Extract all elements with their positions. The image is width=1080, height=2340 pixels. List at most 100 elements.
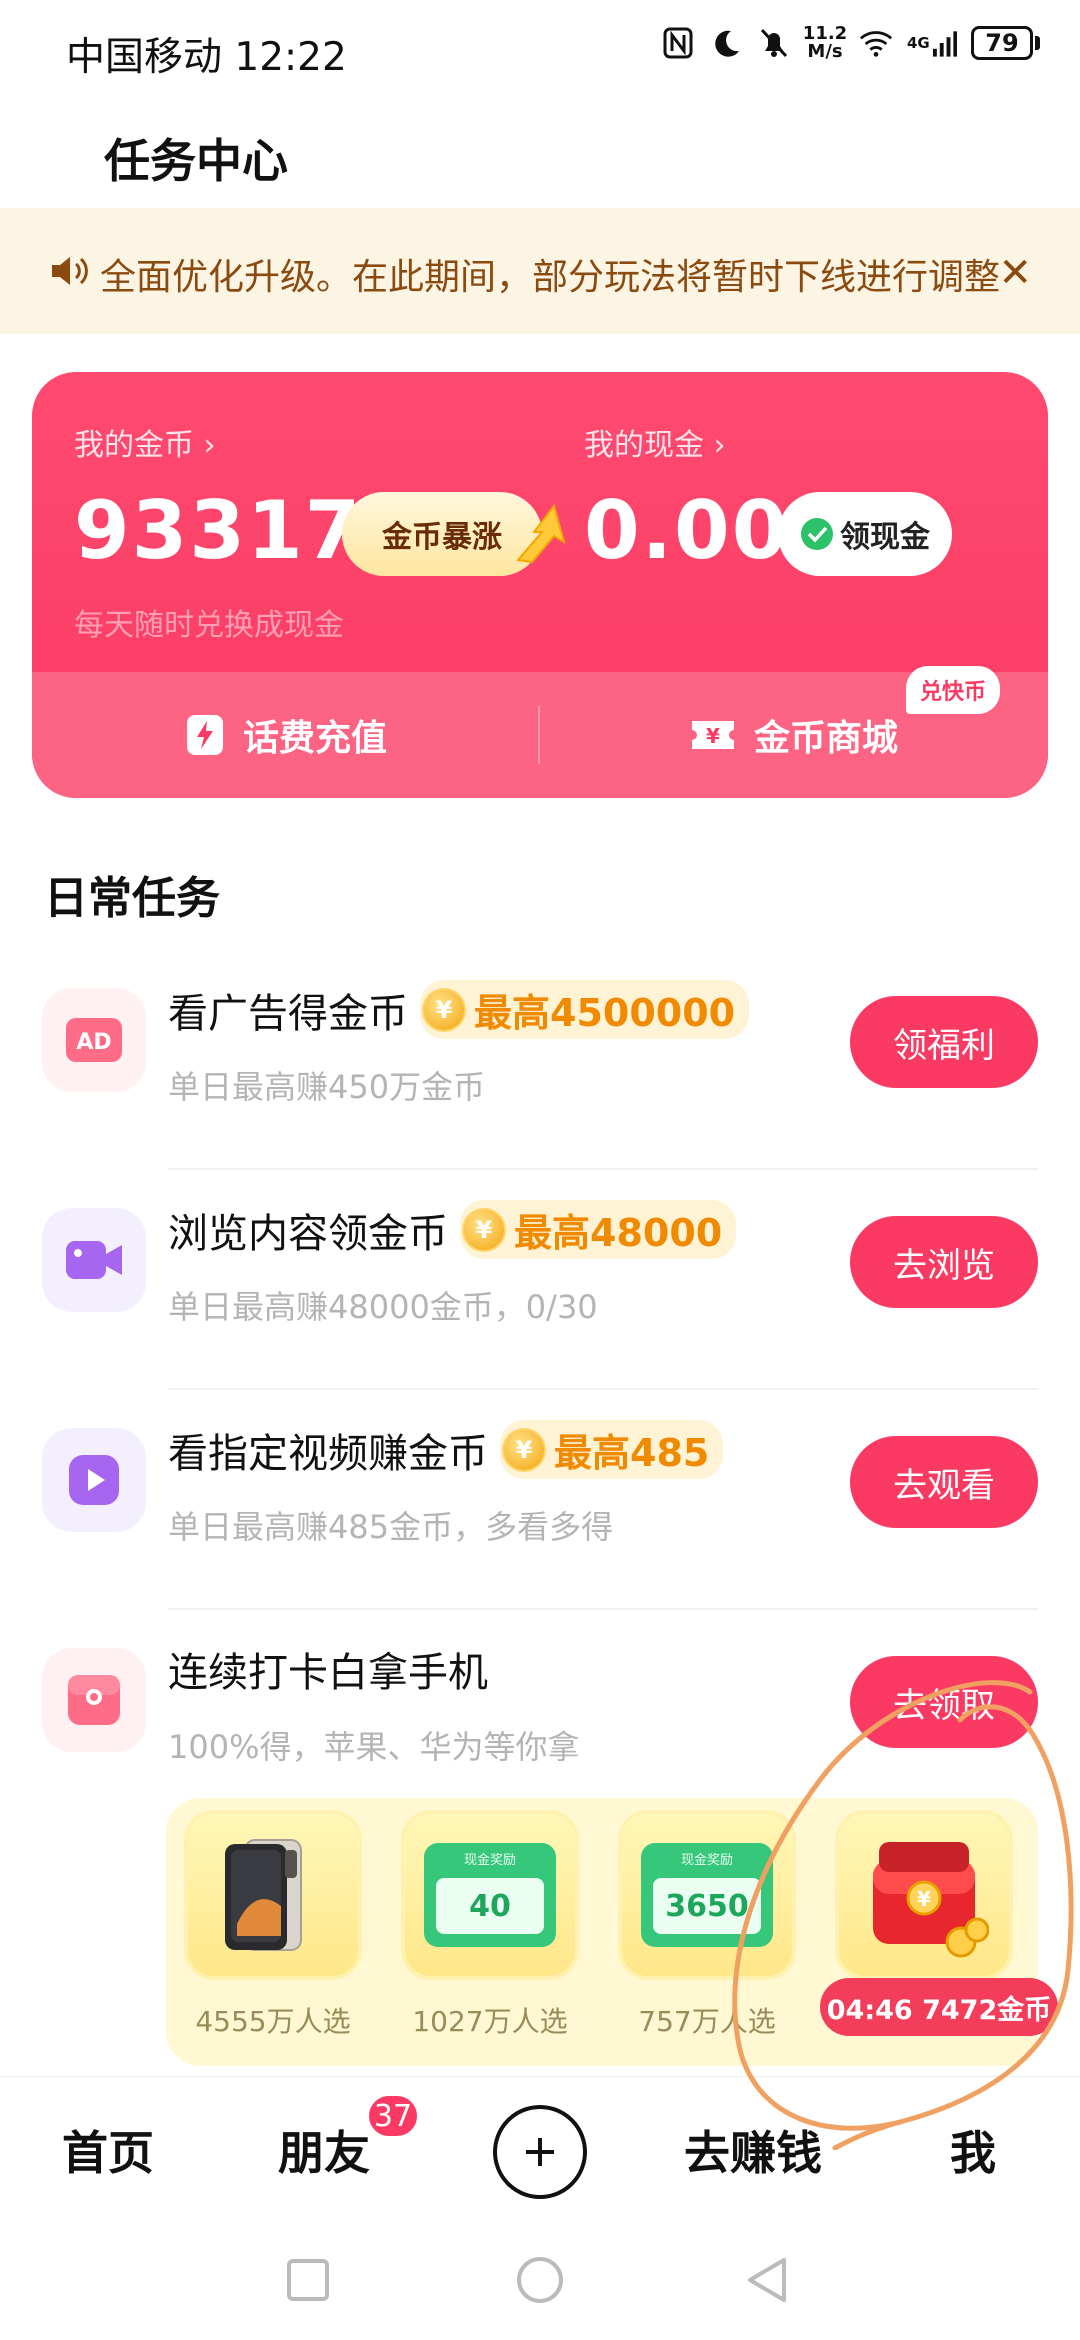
task-title: 看广告得金币 (168, 990, 408, 1037)
task-row: AD 看广告得金币 ¥ 最高4500000 单日最高赚450万金币 领福利 (0, 950, 1080, 1170)
ad-icon: AD (42, 988, 146, 1092)
wallet-actions: 话费充值 ¥ 金币商城 兑快币 (32, 666, 1048, 798)
coin-icon: ¥ (502, 1427, 546, 1472)
task-action-button[interactable]: 去观看 (850, 1436, 1038, 1528)
prize-item[interactable]: 现金奖励 40 1027万人选 (401, 1810, 579, 2040)
close-icon[interactable]: ✕ (998, 250, 1032, 296)
chest-timer-badge[interactable]: 04:46 7472金币 (820, 1978, 1058, 2036)
max-reward-badge: ¥ 最高4500000 (420, 980, 750, 1039)
cash-reward-card: 现金奖励 3650 (641, 1843, 773, 1947)
max-reward-badge: ¥ 最高48000 (460, 1200, 737, 1259)
coins-value: 93317 (74, 484, 363, 577)
max-reward-badge: ¥ 最高485 (500, 1420, 724, 1479)
task-action-button[interactable]: 领福利 (850, 996, 1038, 1088)
nav-earn[interactable]: 去赚钱 (684, 2117, 822, 2183)
task-subtitle: 单日最高赚48000金币，0/30 (168, 1288, 598, 1326)
prize-caption: 4555万人选 (195, 2005, 351, 2038)
coin-icon: ¥ (462, 1207, 506, 1252)
coin-icon: ¥ (422, 987, 466, 1032)
play-icon (42, 1428, 146, 1532)
task-row: 看指定视频赚金币 ¥ 最高485 单日最高赚485金币，多看多得 去观看 (0, 1390, 1080, 1610)
coins-boom-label: 金币暴涨 (382, 520, 502, 555)
back-triangle-icon[interactable] (744, 2256, 790, 2304)
gift-box-icon (42, 1648, 146, 1752)
page-title: 任务中心 (104, 134, 288, 188)
speaker-icon (50, 254, 90, 292)
signal-icon: 4G (907, 26, 957, 60)
task-title: 看指定视频赚金币 (168, 1430, 488, 1477)
prize-caption: 1027万人选 (412, 2005, 568, 2038)
max-reward-text: 最高4500000 (474, 991, 736, 1035)
status-bar: 中国移动 12:22 11.2 M/s 4G 79 (0, 0, 1080, 100)
system-nav-bar (0, 2216, 1080, 2340)
ticket-icon: ¥ (691, 721, 734, 749)
moon-icon (709, 26, 743, 60)
cash-card-amount: 3650 (653, 1878, 761, 1934)
nfc-icon (661, 26, 695, 60)
video-camera-icon (42, 1208, 146, 1312)
task-row: 连续打卡白拿手机 100%得，苹果、华为等你拿 去领取 (0, 1610, 1080, 1790)
prize-item[interactable]: 4555万人选 (184, 1810, 362, 2040)
status-icons: 11.2 M/s 4G 79 (661, 23, 1040, 62)
max-reward-text: 最高485 (554, 1431, 710, 1475)
recharge-button[interactable]: 话费充值 (32, 672, 540, 798)
home-circle-icon[interactable] (516, 2256, 564, 2304)
task-title: 浏览内容领金币 (168, 1210, 448, 1257)
nav-friends[interactable]: 朋友 (278, 2117, 370, 2183)
prize-item[interactable]: ¥ (835, 1810, 1013, 1980)
friends-count-badge: 37 (366, 2093, 420, 2139)
cash-reward-card: 现金奖励 40 (424, 1843, 556, 1947)
coins-boom-button[interactable]: 金币暴涨 (342, 492, 566, 576)
coin-mall-button[interactable]: ¥ 金币商城 兑快币 (540, 666, 1048, 798)
network-type: 4G (907, 34, 930, 52)
coins-label[interactable]: 我的金币 › (74, 420, 362, 464)
svg-text:AD: AD (76, 1030, 111, 1055)
bottom-nav: 首页 朋友 37 去赚钱 我 (0, 2076, 1080, 2216)
wallet-card: 我的金币 › 93317 金币暴涨 每天随时兑换成现金 我的现金 › 0.00 … (32, 372, 1048, 798)
coin-mall-label: 金币商城 (753, 718, 898, 759)
task-subtitle: 单日最高赚485金币，多看多得 (168, 1508, 614, 1546)
daily-tasks-title: 日常任务 (44, 873, 220, 924)
svg-text:¥: ¥ (917, 1887, 931, 1911)
coins-sub: 每天随时兑换成现金 (74, 608, 344, 643)
up-arrow-icon (516, 503, 566, 564)
task-row: 浏览内容领金币 ¥ 最高48000 单日最高赚48000金币，0/30 去浏览 (0, 1170, 1080, 1390)
cash-card-title: 现金奖励 (680, 1853, 733, 1868)
task-action-button[interactable]: 去领取 (850, 1656, 1038, 1748)
create-plus-button[interactable] (493, 2105, 587, 2199)
cash-card-amount: 40 (436, 1878, 544, 1934)
wechat-check-icon (801, 518, 833, 550)
battery-level: 79 (971, 26, 1033, 60)
recharge-label: 话费充值 (242, 718, 387, 759)
cash-column[interactable]: 我的现金 › 0.00 (584, 420, 789, 577)
coins-column[interactable]: 我的金币 › 93317 (74, 420, 362, 577)
nav-home[interactable]: 首页 (62, 2117, 154, 2183)
plus-icon (526, 2138, 554, 2166)
prize-item[interactable]: 现金奖励 3650 757万人选 (618, 1810, 796, 2040)
task-subtitle: 单日最高赚450万金币 (168, 1068, 486, 1106)
recent-apps-icon[interactable] (286, 2258, 330, 2302)
task-subtitle: 100%得，苹果、华为等你拿 (168, 1728, 580, 1766)
exchange-tag: 兑快币 (905, 666, 1000, 714)
cash-label[interactable]: 我的现金 › (584, 420, 789, 464)
wifi-icon (859, 26, 893, 60)
cash-card-title: 现金奖励 (463, 1853, 516, 1868)
cash-value: 0.00 (584, 484, 790, 577)
prize-caption: 757万人选 (638, 2005, 776, 2038)
speed-value: 11.2 M/s (802, 23, 848, 62)
svg-text:¥: ¥ (706, 724, 720, 748)
max-reward-text: 最高48000 (514, 1211, 723, 1255)
network-speed: 11.2 M/s (802, 23, 848, 62)
task-title: 连续打卡白拿手机 (168, 1650, 488, 1696)
bell-off-icon (757, 26, 791, 60)
lightning-icon (186, 715, 223, 755)
notice-banner: 全面优化升级。在此期间，部分玩法将暂时下线进行调整 ✕ (0, 208, 1080, 334)
notice-text: 全面优化升级。在此期间，部分玩法将暂时下线进行调整 (100, 257, 1001, 298)
carrier-time: 中国移动 12:22 (66, 35, 347, 80)
withdraw-cash-label: 领现金 (840, 520, 930, 555)
treasure-chest-icon: ¥ (835, 1810, 1013, 1980)
withdraw-cash-button[interactable]: 领现金 (778, 492, 952, 576)
phone-image (184, 1810, 362, 1980)
task-action-button[interactable]: 去浏览 (850, 1216, 1038, 1308)
nav-me[interactable]: 我 (950, 2117, 996, 2183)
